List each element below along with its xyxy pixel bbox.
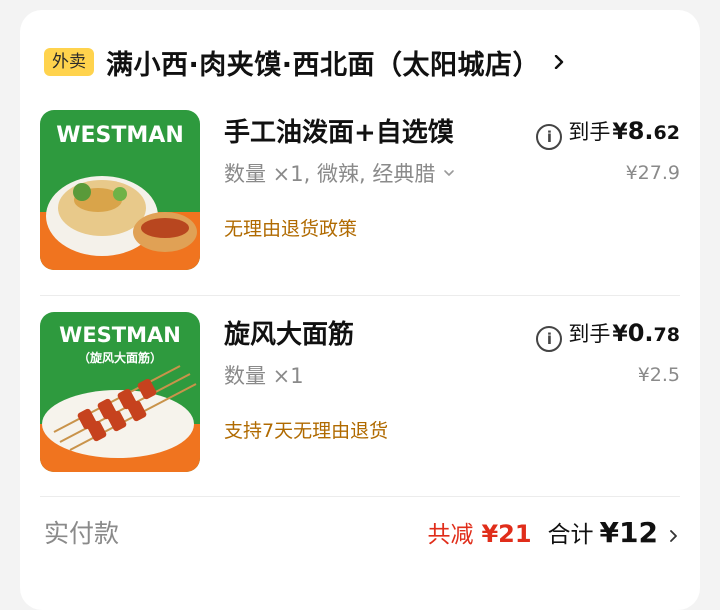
pay-label: 到手 (568, 322, 611, 346)
discount-label: 共减 (427, 522, 474, 548)
total-amount: ¥12 (599, 516, 658, 549)
thumb-brand-text: WESTMAN (56, 123, 183, 148)
chevron-right-icon[interactable] (552, 55, 566, 69)
price-decimal: 62 (653, 122, 680, 144)
return-policy: 无理由退货政策 (224, 218, 358, 240)
product-title[interactable]: 旋风大面筋 (224, 314, 354, 351)
final-price[interactable]: i 到手 ¥ 0. 78 (536, 318, 680, 352)
chevron-down-icon[interactable] (443, 167, 455, 179)
info-icon[interactable]: i (536, 326, 563, 352)
product-thumbnail[interactable]: WESTMAN (40, 110, 200, 270)
currency-symbol: ¥ (612, 322, 628, 347)
original-price: ¥27.9 (625, 162, 680, 184)
chevron-right-icon[interactable] (668, 530, 680, 542)
order-item[interactable]: WESTMAN 手工油泼面+自选馍 数量 ×1, 微辣, 经典腊 无理由退货政策… (40, 110, 680, 280)
product-title[interactable]: 手工油泼面+自选馍 (224, 112, 454, 149)
price-integer: 0. (627, 319, 654, 347)
total-label: 合计 (547, 522, 594, 548)
order-card: 外卖 满小西·肉夹馍·西北面（太阳城店） WESTMAN 手工油泼面+自选馍 数… (20, 10, 700, 610)
product-thumbnail[interactable]: WESTMAN （旋风大面筋） (40, 312, 200, 472)
divider (40, 496, 680, 497)
options-text: 数量 ×1, 微辣, 经典腊 (224, 162, 436, 186)
final-price[interactable]: i 到手 ¥ 8. 62 (536, 116, 680, 150)
paid-amount-label: 实付款 (44, 519, 120, 548)
info-icon[interactable]: i (536, 124, 563, 150)
divider (40, 295, 680, 296)
product-options[interactable]: 数量 ×1 (224, 360, 304, 390)
order-item[interactable]: WESTMAN （旋风大面筋） 旋风大面筋 数量 ×1 支持7天无理由退货 i … (40, 312, 680, 482)
payment-summary[interactable]: 实付款 共减 ¥21 合计 ¥12 (44, 510, 680, 554)
currency-symbol: ¥ (612, 120, 628, 145)
totals[interactable]: 共减 ¥21 合计 ¥12 (427, 515, 680, 549)
discount-amount: ¥21 (481, 520, 532, 548)
store-header[interactable]: 外卖 满小西·肉夹馍·西北面（太阳城店） (44, 40, 680, 84)
product-options[interactable]: 数量 ×1, 微辣, 经典腊 (224, 158, 455, 188)
thumb-brand-text: WESTMAN (59, 323, 181, 347)
price-integer: 8. (627, 117, 654, 145)
return-policy: 支持7天无理由退货 (224, 420, 389, 442)
options-text: 数量 ×1 (224, 364, 304, 388)
price-decimal: 78 (653, 324, 680, 346)
original-price: ¥2.5 (637, 364, 680, 386)
pay-label: 到手 (568, 120, 611, 144)
delivery-badge: 外卖 (44, 47, 94, 77)
store-name[interactable]: 满小西·肉夹馍·西北面（太阳城店） (106, 43, 540, 82)
thumb-sub-text: （旋风大面筋） (78, 350, 162, 365)
